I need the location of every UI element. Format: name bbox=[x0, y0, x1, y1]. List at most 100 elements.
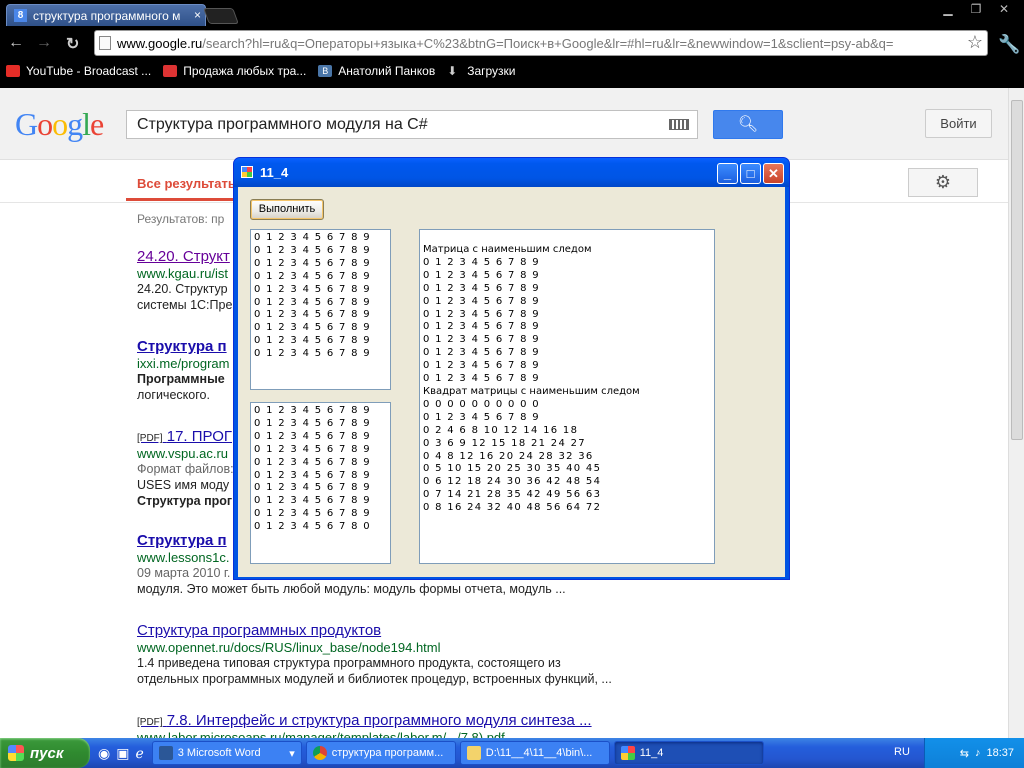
matrix-textbox-1[interactable]: 0 1 2 3 4 5 6 7 8 90 1 2 3 4 5 6 7 8 90 … bbox=[250, 229, 391, 390]
result-title[interactable]: 7.8. Интерфейс и структура программного … bbox=[167, 712, 592, 729]
textbox-line: 0 1 2 3 4 5 6 7 8 9 bbox=[423, 308, 540, 320]
app-close-icon[interactable]: ✕ bbox=[763, 163, 784, 184]
folder-icon[interactable]: ▣ bbox=[116, 745, 129, 762]
result-url: www.opennet.ru/docs/RUS/linux_base/node1… bbox=[137, 640, 441, 655]
textbox-line: 0 1 2 3 4 5 6 7 8 9 bbox=[254, 232, 371, 243]
result-item: Структура программных продуктов www.open… bbox=[137, 622, 657, 687]
settings-gear-button[interactable]: ⚙ bbox=[908, 168, 978, 197]
tab-title: структура программного м bbox=[33, 9, 181, 23]
reload-icon[interactable]: ↻ bbox=[66, 34, 79, 53]
textbox-line: 0 7 14 21 28 35 42 49 56 63 bbox=[423, 489, 602, 501]
textbox-line: 0 1 2 3 4 5 6 7 8 9 bbox=[423, 282, 540, 294]
textbox-line: 0 8 16 24 32 40 48 56 64 72 bbox=[423, 502, 602, 514]
textbox-line: 0 1 2 3 4 5 6 7 8 9 bbox=[254, 309, 371, 321]
login-button[interactable]: Войти bbox=[925, 109, 992, 138]
app-client-area: Выполнить 0 1 2 3 4 5 6 7 8 90 1 2 3 4 5… bbox=[238, 187, 785, 577]
textbox-line: 0 1 2 3 4 5 6 7 8 9 bbox=[254, 417, 371, 429]
textbox-line: 0 1 2 3 4 5 6 7 8 9 bbox=[254, 482, 371, 494]
ie-icon[interactable]: ℯ bbox=[135, 745, 143, 762]
language-indicator[interactable]: RU bbox=[894, 746, 910, 758]
bookmark-youtube[interactable]: YouTube - Broadcast ... bbox=[0, 60, 157, 82]
textbox-line: 0 1 2 3 4 5 6 7 8 9 bbox=[254, 348, 371, 360]
textbox-line: 0 4 8 12 16 20 24 28 32 36 bbox=[423, 450, 594, 462]
start-button[interactable]: пуск bbox=[0, 738, 90, 768]
search-icon: 🔍︎ bbox=[737, 116, 759, 133]
textbox-line: 0 1 2 3 4 5 6 7 8 9 bbox=[254, 456, 371, 468]
page-scrollbar[interactable] bbox=[1008, 88, 1024, 738]
textbox-line: 0 1 2 3 4 5 6 7 8 9 bbox=[254, 270, 371, 282]
taskbar-item-chrome[interactable]: структура программ... bbox=[305, 741, 456, 765]
volume-icon[interactable]: ♪ bbox=[975, 747, 981, 759]
taskbar-item-app[interactable]: 11_4 bbox=[613, 741, 764, 765]
vk-icon: B bbox=[318, 65, 333, 77]
browser-tab[interactable]: 8 структура программного м × bbox=[6, 4, 206, 26]
bookmark-star-icon[interactable]: ☆ bbox=[967, 32, 983, 53]
google-header: Google Структура программного модуля на … bbox=[0, 88, 1008, 160]
textbox-line: 0 1 2 3 4 5 6 7 8 9 bbox=[423, 347, 540, 359]
textbox-line: 0 1 2 3 4 5 6 7 8 9 bbox=[423, 411, 540, 423]
taskbar-item-word[interactable]: 3 Microsoft Word ▾ bbox=[151, 741, 302, 765]
textbox-line: 0 1 2 3 4 5 6 7 8 9 bbox=[254, 335, 371, 347]
forward-icon[interactable]: → bbox=[36, 34, 52, 52]
matrix-textbox-2[interactable]: 0 1 2 3 4 5 6 7 8 90 1 2 3 4 5 6 7 8 90 … bbox=[250, 402, 391, 564]
result-url: www.labor.microsoaps.ru/manager/template… bbox=[137, 730, 505, 738]
close-icon[interactable]: ✕ bbox=[990, 0, 1018, 18]
textbox-line: 0 1 2 3 4 5 6 7 8 9 bbox=[254, 430, 371, 442]
scrollbar-thumb[interactable] bbox=[1011, 100, 1023, 440]
page-icon bbox=[99, 36, 111, 50]
google-logo[interactable]: Google bbox=[15, 106, 104, 143]
bookmarks-bar: YouTube - Broadcast ... Продажа любых тр… bbox=[0, 60, 522, 82]
windows-flag-icon bbox=[8, 745, 24, 761]
google-favicon-icon: 8 bbox=[14, 9, 27, 22]
clock: 18:37 bbox=[986, 747, 1014, 759]
textbox-line: 0 1 2 3 4 5 6 7 8 9 bbox=[254, 443, 371, 455]
network-icon[interactable]: ⇆ bbox=[960, 747, 969, 760]
search-button[interactable]: 🔍︎ bbox=[713, 110, 783, 139]
restore-icon[interactable]: ❐ bbox=[962, 0, 990, 18]
result-title[interactable]: Структура программных продуктов bbox=[137, 622, 657, 639]
textbox-line: 0 1 2 3 4 5 6 7 8 9 bbox=[423, 360, 540, 372]
taskbar: пуск ◉ ▣ ℯ 3 Microsoft Word ▾ структура п… bbox=[0, 738, 1024, 768]
taskbar-item-folder[interactable]: D:\11__4\11__4\bin\... bbox=[459, 741, 610, 765]
back-icon[interactable]: ← bbox=[8, 34, 24, 52]
app-titlebar[interactable]: 11_4 _ □ ✕ bbox=[234, 158, 789, 187]
textbox-line: 0 3 6 9 12 15 18 21 24 27 bbox=[423, 437, 586, 449]
new-tab-button[interactable] bbox=[203, 8, 239, 24]
tab-all-results[interactable]: Все результаты bbox=[137, 176, 239, 191]
app-icon bbox=[241, 166, 253, 178]
app-maximize-icon[interactable]: □ bbox=[740, 163, 761, 184]
textbox-line: 0 1 2 3 4 5 6 7 8 9 bbox=[254, 296, 371, 308]
browser-window-controls: ▁ ❐ ✕ bbox=[934, 0, 1018, 18]
url-host: www.google.ru bbox=[117, 36, 203, 51]
gear-icon: ⚙ bbox=[934, 172, 952, 192]
textbox-line: 0 1 2 3 4 5 6 7 8 9 bbox=[254, 508, 371, 520]
result-textbox[interactable]: Матрица с наименьшим следом 0 1 2 3 4 5 6… bbox=[419, 229, 715, 564]
address-bar[interactable]: www.google.ru/search?hl=ru&q=Операторы+я… bbox=[94, 30, 988, 56]
textbox-line: 0 1 2 3 4 5 6 7 8 0 bbox=[254, 521, 371, 533]
bookmark-vk[interactable]: B Анатолий Панков bbox=[312, 60, 441, 82]
textbox-line: 0 1 2 3 4 5 6 7 8 9 bbox=[254, 405, 371, 416]
textbox-line: 0 5 10 15 20 25 30 35 40 45 bbox=[423, 463, 602, 475]
textbox-heading: Квадрат матрицы с наименьшим следом bbox=[423, 385, 640, 397]
results-stats: Результатов: пр bbox=[137, 212, 225, 226]
app-icon bbox=[620, 746, 635, 760]
bookmark-downloads[interactable]: ⬇ Загрузки bbox=[441, 60, 521, 82]
bookmark-sale[interactable]: Продажа любых тра... bbox=[157, 60, 312, 82]
keyboard-icon[interactable] bbox=[669, 119, 689, 130]
app-minimize-icon[interactable]: _ bbox=[717, 163, 738, 184]
textbox-heading: Матрица с наименьшим следом bbox=[423, 244, 592, 255]
pdf-tag: [PDF] bbox=[137, 717, 163, 728]
wrench-icon[interactable]: 🔧 bbox=[998, 34, 1020, 55]
textbox-line: 0 1 2 3 4 5 6 7 8 9 bbox=[423, 256, 540, 268]
textbox-line: 0 1 2 3 4 5 6 7 8 9 bbox=[423, 295, 540, 307]
minimize-icon[interactable]: ▁ bbox=[934, 0, 962, 18]
textbox-line: 0 0 0 0 0 0 0 0 0 0 bbox=[423, 398, 540, 410]
textbox-line: 0 6 12 18 24 30 36 42 48 54 bbox=[423, 476, 602, 488]
textbox-line: 0 1 2 3 4 5 6 7 8 9 bbox=[254, 322, 371, 334]
search-input[interactable]: Структура программного модуля на C# bbox=[126, 110, 698, 139]
result-title[interactable]: 17. ПРОГ bbox=[167, 428, 232, 445]
run-button[interactable]: Выполнить bbox=[250, 199, 324, 220]
chrome-icon[interactable]: ◉ bbox=[98, 745, 110, 762]
textbox-line: 0 1 2 3 4 5 6 7 8 9 bbox=[254, 283, 371, 295]
close-tab-icon[interactable]: × bbox=[194, 8, 201, 22]
